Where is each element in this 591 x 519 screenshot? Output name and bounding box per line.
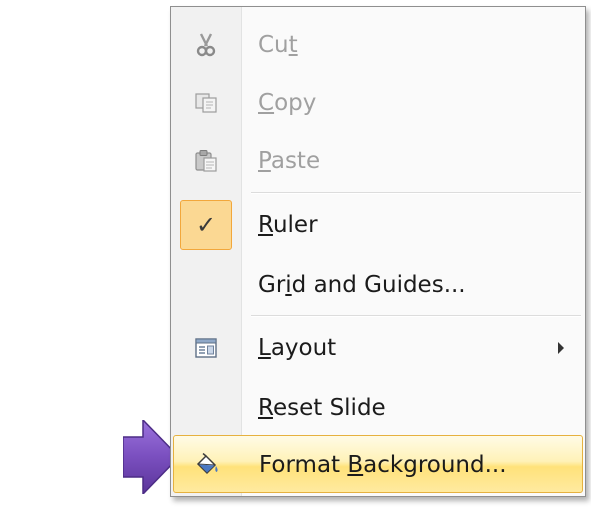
menu-item-label: Reset Slide <box>258 395 386 421</box>
submenu-arrow-icon <box>558 342 564 354</box>
checkmark-icon: ✓ <box>175 196 237 254</box>
menu-separator <box>251 192 581 194</box>
menu-item-format-background[interactable]: Format Background... <box>173 435 583 493</box>
menu-item-label: Cut <box>258 32 298 58</box>
menu-item-copy[interactable]: Copy <box>171 74 585 132</box>
paste-icon <box>175 132 237 190</box>
context-menu: Cut Copy Paste ✓ Ruler Grid and Guides..… <box>170 6 586 497</box>
menu-item-reset-slide[interactable]: Reset Slide <box>171 379 585 437</box>
menu-item-cut[interactable]: Cut <box>171 16 585 74</box>
menu-item-label: Ruler <box>258 212 318 238</box>
menu-item-label: Grid and Guides... <box>258 272 466 298</box>
menu-item-layout[interactable]: Layout <box>171 319 585 377</box>
screen: Cut Copy Paste ✓ Ruler Grid and Guides..… <box>0 0 591 519</box>
copy-icon <box>175 74 237 132</box>
menu-item-ruler[interactable]: ✓ Ruler <box>171 196 585 254</box>
menu-item-label: Format Background... <box>259 452 507 478</box>
layout-icon <box>175 319 237 377</box>
menu-separator <box>251 315 581 317</box>
menu-item-grid-and-guides[interactable]: Grid and Guides... <box>171 256 585 314</box>
menu-item-label: Copy <box>258 90 317 116</box>
menu-item-label: Layout <box>258 335 337 361</box>
menu-item-label: Paste <box>258 148 321 174</box>
menu-item-paste[interactable]: Paste <box>171 132 585 190</box>
paint-bucket-icon <box>176 436 238 494</box>
check-indicator: ✓ <box>180 200 232 250</box>
scissors-icon <box>175 16 237 74</box>
